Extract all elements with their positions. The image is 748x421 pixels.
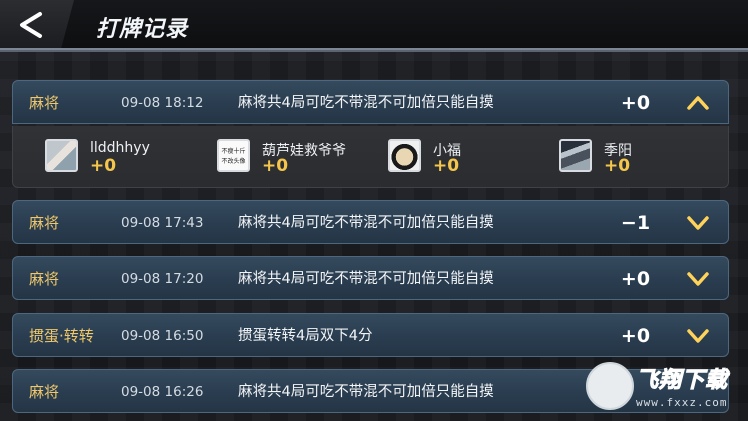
game-rule: 麻将共4局可吃不带混不可加倍只能自摸 bbox=[238, 384, 494, 400]
chevron-up-icon[interactable] bbox=[685, 92, 711, 114]
record-time: 09-08 18:12 bbox=[121, 95, 204, 111]
watermark-url: www.fxxz.com bbox=[636, 396, 728, 409]
watermark-logo: 飞翔下载 www.fxxz.com bbox=[582, 358, 742, 418]
chevron-down-icon[interactable] bbox=[685, 212, 711, 234]
game-rule: 麻将共4局可吃不带混不可加倍只能自摸 bbox=[238, 215, 494, 231]
avatar: 不瘦十斤 不改头像 bbox=[217, 139, 250, 172]
avatar bbox=[559, 139, 592, 172]
record-time: 09-08 16:50 bbox=[121, 328, 204, 344]
game-type: 麻将 bbox=[29, 214, 60, 232]
player-score: +0 bbox=[604, 156, 631, 176]
chevron-down-icon[interactable] bbox=[685, 325, 711, 347]
game-type: 麻将 bbox=[29, 94, 60, 112]
record-time: 09-08 16:26 bbox=[121, 384, 204, 400]
record-detail-panel: llddhhyy +0 不瘦十斤 不改头像 葫芦娃救爷爷 +0 小福 +0 季阳… bbox=[12, 126, 729, 188]
watermark-brand: 飞翔下载 bbox=[635, 368, 729, 394]
chevron-down-icon[interactable] bbox=[685, 268, 711, 290]
header-divider bbox=[0, 48, 748, 50]
game-rule: 麻将共4局可吃不带混不可加倍只能自摸 bbox=[238, 271, 494, 287]
game-rule: 麻将共4局可吃不带混不可加倍只能自摸 bbox=[238, 95, 494, 111]
record-row[interactable]: 麻将 09-08 17:43 麻将共4局可吃不带混不可加倍只能自摸 −1 bbox=[12, 200, 729, 244]
record-score: +0 bbox=[620, 325, 651, 347]
record-row[interactable]: 麻将 09-08 18:12 麻将共4局可吃不带混不可加倍只能自摸 +0 bbox=[12, 80, 729, 124]
record-time: 09-08 17:20 bbox=[121, 271, 204, 287]
player-name: llddhhyy bbox=[90, 140, 150, 156]
avatar bbox=[45, 139, 78, 172]
avatar bbox=[388, 139, 421, 172]
game-type: 掼蛋·转转 bbox=[29, 327, 94, 345]
player-score: +0 bbox=[262, 156, 289, 176]
record-score: +0 bbox=[620, 268, 651, 290]
back-arrow-icon[interactable] bbox=[12, 8, 48, 42]
game-type: 麻将 bbox=[29, 270, 60, 288]
record-score: −1 bbox=[620, 212, 651, 234]
record-row[interactable]: 麻将 09-08 17:20 麻将共4局可吃不带混不可加倍只能自摸 +0 bbox=[12, 256, 729, 300]
game-type: 麻将 bbox=[29, 383, 60, 401]
record-time: 09-08 17:43 bbox=[121, 215, 204, 231]
record-row[interactable]: 掼蛋·转转 09-08 16:50 掼蛋转转4局双下4分 +0 bbox=[12, 313, 729, 357]
player-score: +0 bbox=[90, 156, 117, 176]
avatar-text: 不改头像 bbox=[221, 158, 246, 165]
player-score: +0 bbox=[433, 156, 460, 176]
avatar-text: 不瘦十斤 bbox=[221, 148, 246, 155]
record-score: +0 bbox=[620, 92, 651, 114]
game-rule: 掼蛋转转4局双下4分 bbox=[238, 328, 373, 344]
watermark-icon bbox=[586, 362, 634, 410]
header-bar: 打牌记录 bbox=[0, 0, 748, 52]
page-title: 打牌记录 bbox=[96, 17, 189, 42]
